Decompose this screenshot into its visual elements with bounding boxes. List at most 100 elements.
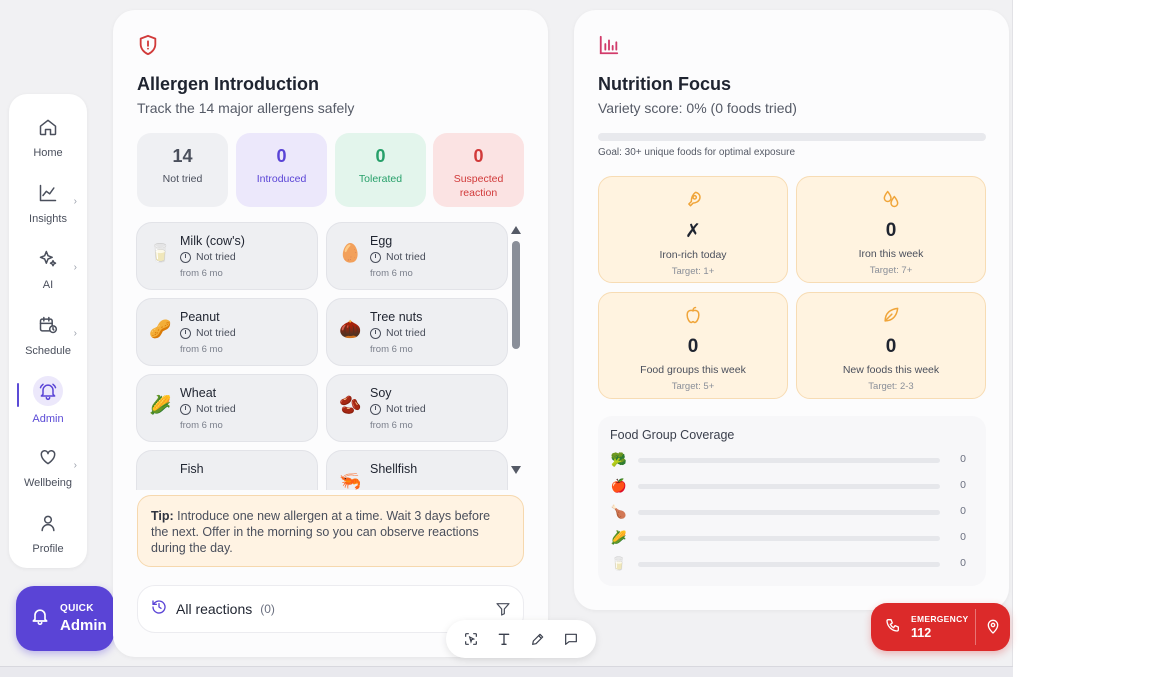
allergen-item-tree-nuts[interactable]: 🌰 Tree nuts Not tried from 6 mo <box>326 298 508 366</box>
sparkles-icon <box>35 246 61 272</box>
allergen-name: Soy <box>370 386 392 400</box>
annotation-toolbar <box>446 620 596 658</box>
reactions-count: (0) <box>260 602 275 616</box>
stat-tolerated[interactable]: 0 Tolerated <box>335 133 426 207</box>
coverage-row-protein: 🍗 0 <box>610 504 978 522</box>
allergen-item-soy[interactable]: 🫘 Soy Not tried from 6 mo <box>326 374 508 442</box>
heart-icon <box>35 444 61 470</box>
coverage-row-grains: 🌽 0 <box>610 530 978 548</box>
sidebar-item-label: Home <box>33 147 63 159</box>
stat-label: Introduced <box>256 173 307 185</box>
stat-label: Suspected reaction <box>453 173 504 199</box>
home-icon <box>35 114 61 140</box>
wheat-icon: 🌽 <box>149 395 172 415</box>
nutrition-subtitle: Variety score: 0% (0 foods tried) <box>598 100 797 116</box>
stat-not-tried[interactable]: 14 Not tried <box>137 133 228 207</box>
shield-alert-icon <box>137 34 159 61</box>
metric-iron-this-week[interactable]: 0 Iron this week Target: 7+ <box>796 176 986 283</box>
select-area-icon[interactable] <box>459 627 483 651</box>
clock-icon <box>180 403 191 415</box>
apple-icon: 🍎 <box>610 478 628 493</box>
coverage-row-dairy: 🥛 0 <box>610 556 978 574</box>
allergen-status: Not tried <box>370 403 426 415</box>
droplets-icon <box>881 189 901 214</box>
beans-icon: 🫘 <box>339 395 362 415</box>
allergen-item-milk[interactable]: 🥛 Milk (cow's) Not tried from 6 mo <box>136 222 318 290</box>
metric-label: Iron this week <box>858 248 924 260</box>
stat-suspected-reaction[interactable]: 0 Suspected reaction <box>433 133 524 207</box>
coverage-bar <box>638 510 940 515</box>
meat-icon <box>683 189 703 214</box>
scroll-up-arrow[interactable] <box>511 226 521 234</box>
sidebar-item-profile[interactable]: Profile <box>9 504 87 564</box>
allergen-name: Shellfish <box>370 462 418 476</box>
sidebar-item-wellbeing[interactable]: Wellbeing › <box>9 438 87 498</box>
clock-icon <box>370 251 381 263</box>
sidebar-item-insights[interactable]: Insights › <box>9 174 87 234</box>
bottom-strip <box>0 666 1013 677</box>
location-pin-icon[interactable] <box>976 619 1010 635</box>
allergen-status-text: Not tried <box>386 251 426 263</box>
stat-introduced[interactable]: 0 Introduced <box>236 133 327 207</box>
scroll-down-arrow[interactable] <box>511 466 521 474</box>
filter-icon[interactable] <box>495 601 511 622</box>
text-tool-icon[interactable] <box>492 627 516 651</box>
sidebar-item-schedule[interactable]: Schedule › <box>9 306 87 366</box>
allergen-card: Allergen Introduction Track the 14 major… <box>113 10 548 657</box>
active-indicator <box>17 383 19 407</box>
food-group-coverage: Food Group Coverage 🥦 0 🍎 0 🍗 0 🌽 0 🥛 0 <box>598 416 986 586</box>
allergen-name: Egg <box>370 234 393 248</box>
allergen-item-fish[interactable]: Fish <box>136 450 318 490</box>
metric-target: Target: 2-3 <box>868 381 914 392</box>
coverage-row-vegetables: 🥦 0 <box>610 452 978 470</box>
metric-value: ✗ <box>685 221 701 242</box>
coverage-bar <box>638 484 940 489</box>
allergen-status: Not tried <box>370 327 426 339</box>
allergen-age: from 6 mo <box>370 268 413 279</box>
sidebar-item-home[interactable]: Home <box>9 108 87 168</box>
allergen-item-wheat[interactable]: 🌽 Wheat Not tried from 6 mo <box>136 374 318 442</box>
chevron-right-icon: › <box>73 262 77 273</box>
corn-icon: 🌽 <box>610 530 628 545</box>
stat-label: Not tried <box>162 173 203 185</box>
coverage-bar <box>638 536 940 541</box>
comment-icon[interactable] <box>559 627 583 651</box>
allergen-status: Not tried <box>180 251 236 263</box>
allergen-age: from 6 mo <box>180 268 223 279</box>
allergen-item-shellfish[interactable]: 🦐 Shellfish <box>326 450 508 490</box>
milk-icon: 🥛 <box>149 243 172 263</box>
coverage-value: 0 <box>960 505 966 517</box>
chevron-right-icon: › <box>73 328 77 339</box>
allergen-age: from 6 mo <box>370 344 413 355</box>
metric-iron-rich-today[interactable]: ✗ Iron-rich today Target: 1+ <box>598 176 788 283</box>
quick-admin-button[interactable]: QUICK Admin <box>16 586 114 651</box>
stat-value: 14 <box>172 146 193 166</box>
metric-target: Target: 5+ <box>671 381 715 392</box>
sidebar-item-label: AI <box>42 279 54 291</box>
bar-chart-icon <box>598 34 620 61</box>
scrollbar-thumb[interactable] <box>512 241 520 349</box>
variety-goal: Goal: 30+ unique foods for optimal expos… <box>598 147 796 158</box>
allergen-item-peanut[interactable]: 🥜 Peanut Not tried from 6 mo <box>136 298 318 366</box>
tip-text: Introduce one new allergen at a time. Wa… <box>151 509 491 555</box>
allergen-item-egg[interactable]: 🥚 Egg Not tried from 6 mo <box>326 222 508 290</box>
nutrition-card: Nutrition Focus Variety score: 0% (0 foo… <box>574 10 1009 610</box>
quick-title: Admin <box>60 617 107 634</box>
metric-new-foods-week[interactable]: 0 New foods this week Target: 2-3 <box>796 292 986 399</box>
allergen-age: from 6 mo <box>180 344 223 355</box>
allergen-list[interactable]: 🥛 Milk (cow's) Not tried from 6 mo 🥚 Egg… <box>136 222 516 490</box>
coverage-value: 0 <box>960 453 966 465</box>
metric-value: 0 <box>687 336 699 357</box>
chevron-right-icon: › <box>73 196 77 207</box>
sidebar-item-admin[interactable]: Admin <box>9 372 87 432</box>
sidebar-item-ai[interactable]: AI › <box>9 240 87 300</box>
metric-target: Target: 7+ <box>869 265 913 276</box>
quick-label: QUICK <box>60 603 94 614</box>
coverage-title: Food Group Coverage <box>610 428 735 442</box>
metric-food-groups-week[interactable]: 0 Food groups this week Target: 5+ <box>598 292 788 399</box>
allergen-status-text: Not tried <box>386 403 426 415</box>
allergen-name: Peanut <box>180 310 220 324</box>
egg-icon: 🥚 <box>339 243 362 263</box>
pen-tool-icon[interactable] <box>526 627 550 651</box>
emergency-call-button[interactable]: EMERGENCY 112 <box>871 603 975 651</box>
